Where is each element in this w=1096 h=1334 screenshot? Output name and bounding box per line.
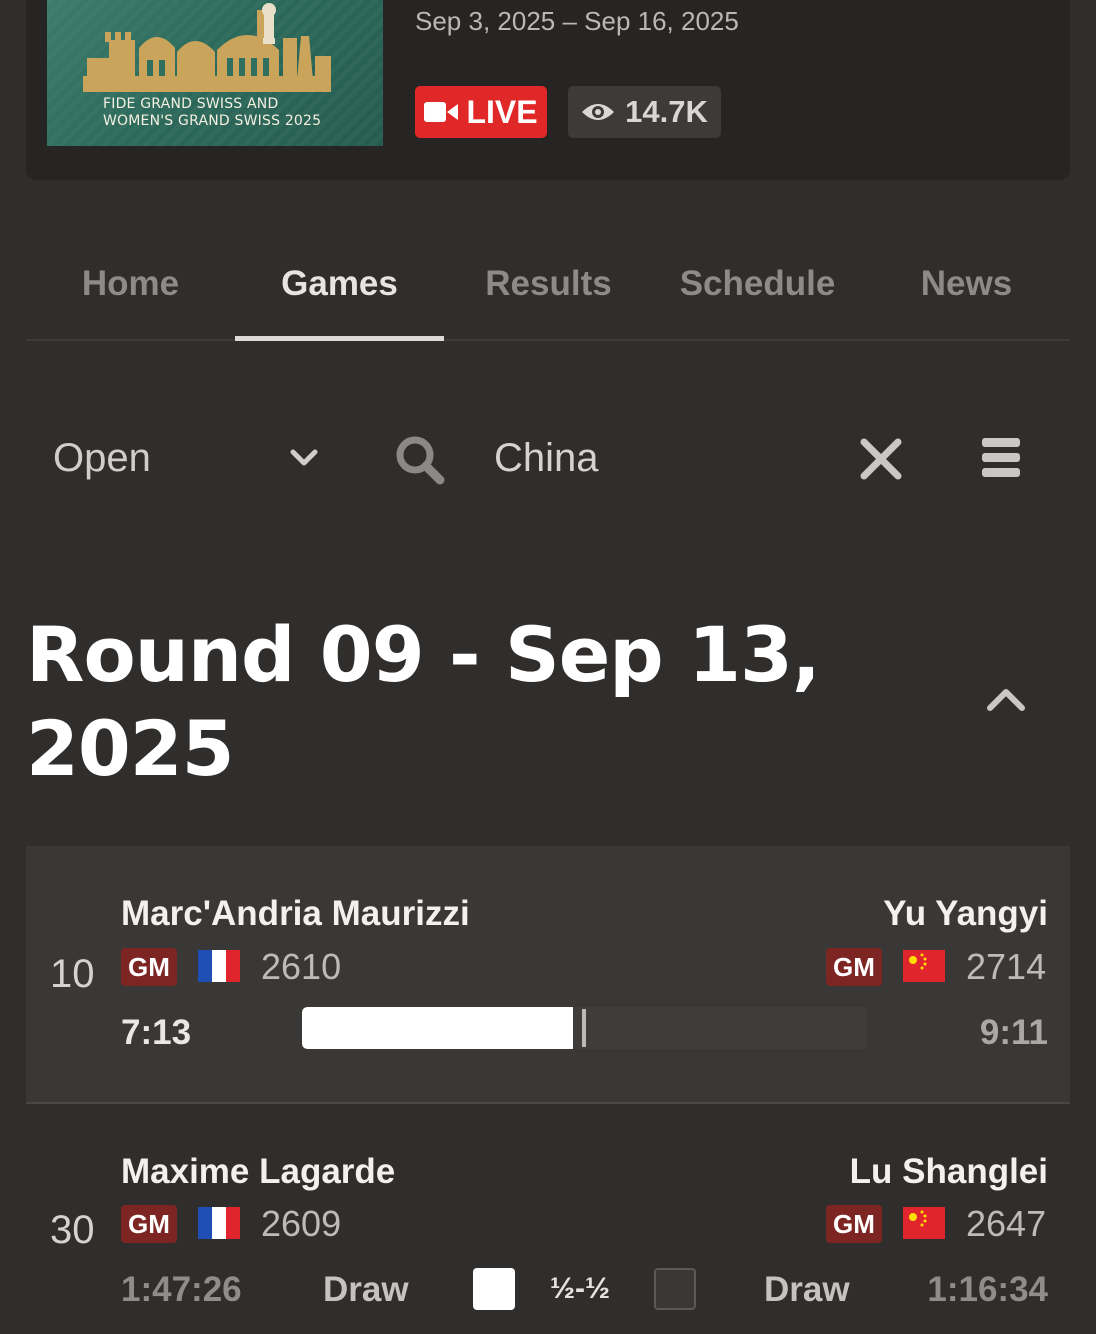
black-player-name[interactable]: Yu Yangyi [883,894,1048,934]
tab-games[interactable]: Games [235,228,444,341]
event-logo-text: FIDE GRAND SWISS AND WOMEN'S GRAND SWISS… [103,96,322,129]
search-input[interactable] [486,426,826,490]
white-player-name[interactable]: Marc'Andria Maurizzi [121,894,470,934]
tab-news[interactable]: News [862,228,1071,339]
filter-bar: Open [26,400,1070,516]
france-flag-icon [198,950,240,982]
event-page: { "event": { "logo_text_line1": "FIDE GR… [0,0,1096,1334]
event-tabs: Home Games Results Schedule News [26,228,1070,341]
search-icon[interactable] [394,434,446,486]
black-rating: 2647 [966,1203,1047,1244]
game-row[interactable]: 10 Marc'Andria Maurizzi GM 2610 7:13 Yu … [26,846,1070,1104]
white-rating: 2610 [261,946,342,987]
black-piece-icon [654,1268,696,1310]
white-title-badge: GM [121,948,177,986]
close-icon[interactable] [858,436,904,482]
live-label: LIVE [466,93,538,130]
chevron-up-icon[interactable] [984,684,1028,714]
viewer-count: 14.7K [625,94,708,129]
live-badge[interactable]: LIVE [415,86,547,138]
event-logo[interactable]: FIDE GRAND SWISS AND WOMEN'S GRAND SWISS… [47,0,383,146]
evaluation-bar-midpoint [582,1009,586,1047]
eye-icon [582,104,615,120]
black-player-name[interactable]: Lu Shanglei [850,1152,1048,1192]
game-row[interactable]: 30 Maxime Lagarde GM 2609 1:47:26 Draw ½… [26,1104,1070,1334]
event-header-card: FIDE GRAND SWISS AND WOMEN'S GRAND SWISS… [26,0,1070,180]
evaluation-bar-white-fill [302,1007,573,1049]
white-clock: 7:13 [121,1013,192,1052]
white-piece-icon [473,1268,515,1310]
round-title: Round 09 - Sep 13, 2025 [26,610,821,793]
event-dates: Sep 3, 2025 – Sep 16, 2025 [415,6,739,36]
white-result: Draw [323,1270,409,1309]
menu-icon[interactable] [978,436,1024,480]
black-title-badge: GM [826,1205,882,1243]
section-select-value: Open [53,435,151,480]
black-result: Draw [764,1270,850,1309]
black-rating: 2714 [966,946,1047,987]
black-title-badge: GM [826,948,882,986]
white-rating: 2609 [261,1203,342,1244]
white-player-name[interactable]: Maxime Lagarde [121,1152,395,1192]
section-select[interactable]: Open [53,426,318,490]
viewers-badge: 14.7K [568,86,721,138]
evaluation-bar [302,1007,867,1049]
white-clock: 1:47:26 [121,1270,242,1309]
france-flag-icon [198,1207,240,1239]
video-camera-icon [424,102,459,122]
china-flag-icon [903,950,945,982]
tab-results[interactable]: Results [444,228,653,339]
game-score: ½-½ [550,1272,611,1305]
chevron-down-icon [290,449,318,466]
tab-home[interactable]: Home [26,228,235,339]
black-clock: 9:11 [979,1013,1048,1052]
black-clock: 1:16:34 [927,1270,1048,1309]
tab-schedule[interactable]: Schedule [653,228,862,339]
china-flag-icon [903,1207,945,1239]
board-number: 10 [50,952,95,996]
white-title-badge: GM [121,1205,177,1243]
board-number: 30 [50,1208,95,1252]
